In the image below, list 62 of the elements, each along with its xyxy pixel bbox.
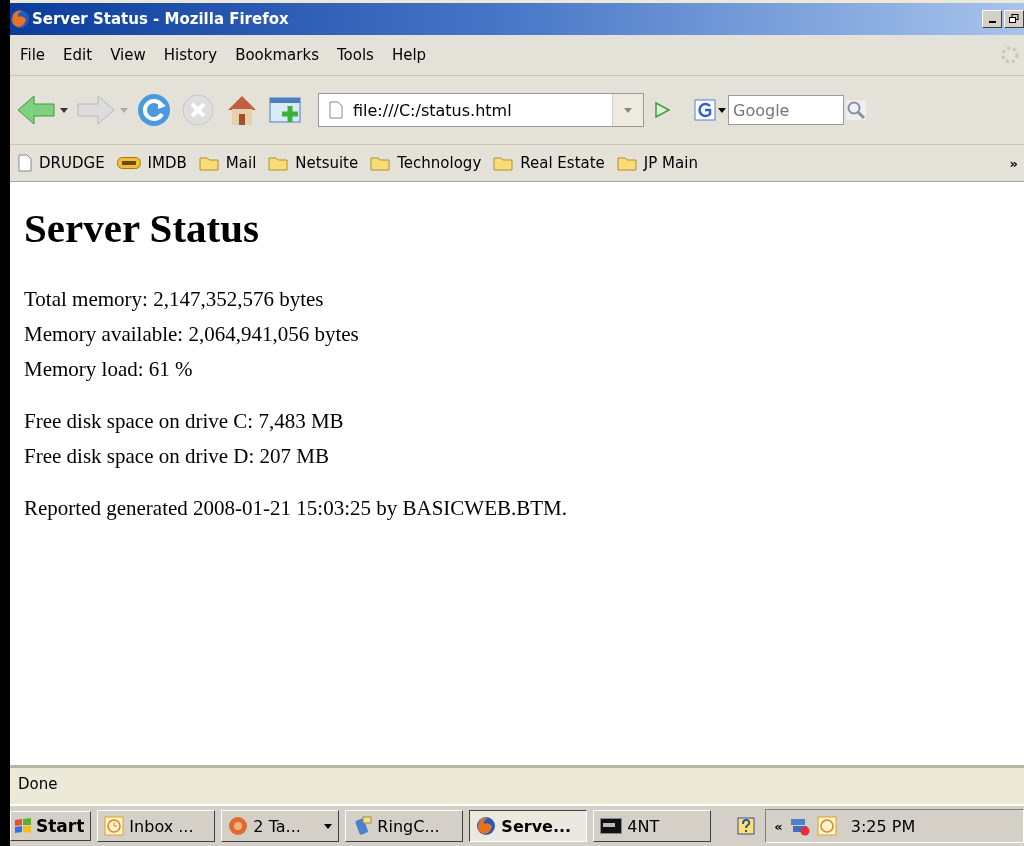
menu-item[interactable]: Help — [385, 46, 439, 64]
bookmark-item[interactable]: Technology — [370, 154, 482, 172]
address-field[interactable]: file:///C:/status.html — [318, 93, 644, 127]
search-field[interactable]: Google — [728, 95, 844, 125]
minimize-icon — [988, 21, 996, 23]
app-logo-icon — [228, 816, 249, 836]
status-line: Free disk space on drive C: 7,483 MB — [24, 408, 345, 435]
taskbar-button[interactable]: 4NT — [593, 810, 712, 842]
status-line: Reported generated 2008-01-21 15:03:25 by BASICWEB.BTM. — [24, 495, 568, 522]
menu-item[interactable]: History — [157, 46, 230, 64]
windows-flag-icon — [13, 817, 33, 835]
network-error-icon[interactable] — [788, 816, 811, 836]
firefox-icon — [476, 816, 497, 836]
throbber-icon — [1000, 45, 1020, 65]
bookmark-item[interactable]: IMDB — [116, 154, 187, 172]
minimize-button[interactable] — [982, 10, 1002, 28]
firefox-icon — [10, 9, 30, 29]
status-line: Free disk space on drive D: 207 MB — [24, 443, 331, 470]
clock-icon[interactable] — [816, 816, 837, 836]
google-icon[interactable] — [694, 99, 716, 121]
reload-icon[interactable] — [136, 92, 172, 128]
folder-icon — [493, 155, 514, 171]
go-arrow-icon[interactable] — [652, 100, 672, 120]
status-line: Total memory: 2,147,352,576 bytes — [24, 286, 325, 313]
status-line: Memory available: 2,064,941,056 bytes — [24, 321, 360, 348]
dropdown-caret-icon[interactable] — [60, 107, 68, 113]
folder-icon — [616, 155, 637, 171]
bookmark-item[interactable]: Mail — [198, 154, 257, 172]
menu-item[interactable]: Tools — [330, 46, 386, 64]
page-icon — [329, 101, 343, 119]
restore-button[interactable] — [1004, 10, 1024, 28]
menu-item[interactable]: Bookmarks — [229, 46, 331, 64]
taskbar-button[interactable]: Inbox ... — [97, 810, 216, 842]
badge-icon — [116, 157, 141, 169]
page-icon — [18, 154, 32, 172]
taskbar-button[interactable]: RingC... — [345, 810, 464, 842]
console-icon — [600, 818, 623, 834]
bookmark-item[interactable]: Netsuite — [268, 154, 359, 172]
folder-icon — [370, 155, 391, 171]
menu-item[interactable]: Edit — [57, 46, 105, 64]
clock-icon — [104, 816, 125, 836]
page-heading: Server Status — [24, 204, 260, 252]
more-bookmarks-button[interactable]: » — [1009, 155, 1018, 171]
taskbar-button[interactable]: 2 Ta... — [221, 810, 340, 842]
help-icon[interactable] — [737, 817, 756, 835]
taskbar-button[interactable]: Serve... — [469, 810, 588, 842]
dropdown-caret-icon[interactable] — [324, 823, 333, 829]
menu-item[interactable]: File — [14, 46, 58, 64]
bookmark-item[interactable]: Real Estate — [493, 154, 605, 172]
clock-time: 3:25 PM — [850, 816, 916, 836]
menu-item[interactable]: View — [104, 46, 158, 64]
window-title: Server Status - Mozilla Firefox — [32, 10, 289, 28]
bookmark-item[interactable]: DRUDGE — [18, 154, 105, 172]
folder-icon — [268, 155, 289, 171]
start-button[interactable]: Start — [10, 811, 92, 841]
bookmark-item[interactable]: JP Main — [616, 154, 698, 172]
tray-expand-button[interactable]: « — [774, 818, 783, 834]
search-icon[interactable] — [846, 100, 866, 120]
folder-icon — [198, 155, 219, 171]
dropdown-caret-icon[interactable] — [718, 107, 726, 113]
restore-icon — [1009, 14, 1019, 24]
status-line: Memory load: 61 % — [24, 356, 194, 383]
